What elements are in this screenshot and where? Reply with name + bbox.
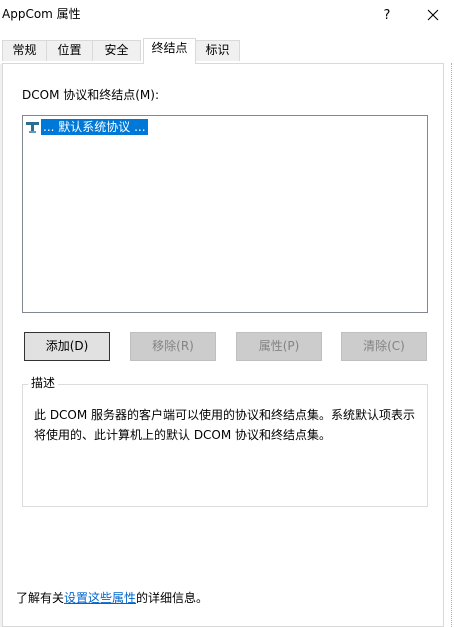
endpoint-item-label: ... 默认系统协议 ... — [41, 119, 148, 135]
endpoints-list-label: DCOM 协议和终结点(M): — [22, 88, 159, 102]
settings-help-link[interactable]: 设置这些属性 — [64, 591, 136, 605]
tab-strip: 常规 位置 安全 终结点 标识 — [0, 30, 454, 64]
help-suffix: 的详细信息。 — [136, 591, 209, 605]
help-footer: 了解有关设置这些属性的详细信息。 — [16, 590, 208, 606]
tab-endpoints[interactable]: 终结点 — [143, 38, 196, 64]
add-button[interactable]: 添加(D) — [24, 332, 110, 361]
remove-button[interactable]: 移除(R) — [130, 332, 216, 361]
endpoint-list-item[interactable]: ... 默认系统协议 ... — [25, 118, 148, 136]
right-edge — [444, 63, 454, 627]
help-icon: ? — [383, 7, 391, 23]
title-bar: AppCom 属性 ? — [0, 0, 454, 30]
protocol-connector-icon — [26, 122, 39, 133]
properties-button[interactable]: 属性(P) — [236, 332, 322, 361]
tab-location[interactable]: 位置 — [46, 40, 93, 61]
tab-identity[interactable]: 标识 — [195, 40, 240, 61]
dialog-edge-divider — [451, 63, 452, 627]
dialog-window: AppCom 属性 ? 常规 位置 安全 终结点 标识 DCOM 协议和终结点(… — [0, 0, 454, 627]
description-text: 此 DCOM 服务器的客户端可以使用的协议和终结点集。系统默认项表示将使用的、此… — [34, 408, 416, 442]
tab-security[interactable]: 安全 — [92, 40, 141, 61]
help-button[interactable]: ? — [364, 0, 410, 30]
description-groupbox — [22, 384, 428, 507]
window-title: AppCom 属性 — [2, 7, 81, 21]
endpoints-listbox[interactable]: ... 默认系统协议 ... — [22, 115, 428, 313]
close-icon — [427, 9, 439, 21]
tab-general[interactable]: 常规 — [2, 40, 47, 61]
close-button[interactable] — [410, 0, 454, 30]
clear-button[interactable]: 清除(C) — [341, 332, 427, 361]
description-legend: 描述 — [28, 376, 59, 390]
help-prefix: 了解有关 — [16, 591, 65, 605]
